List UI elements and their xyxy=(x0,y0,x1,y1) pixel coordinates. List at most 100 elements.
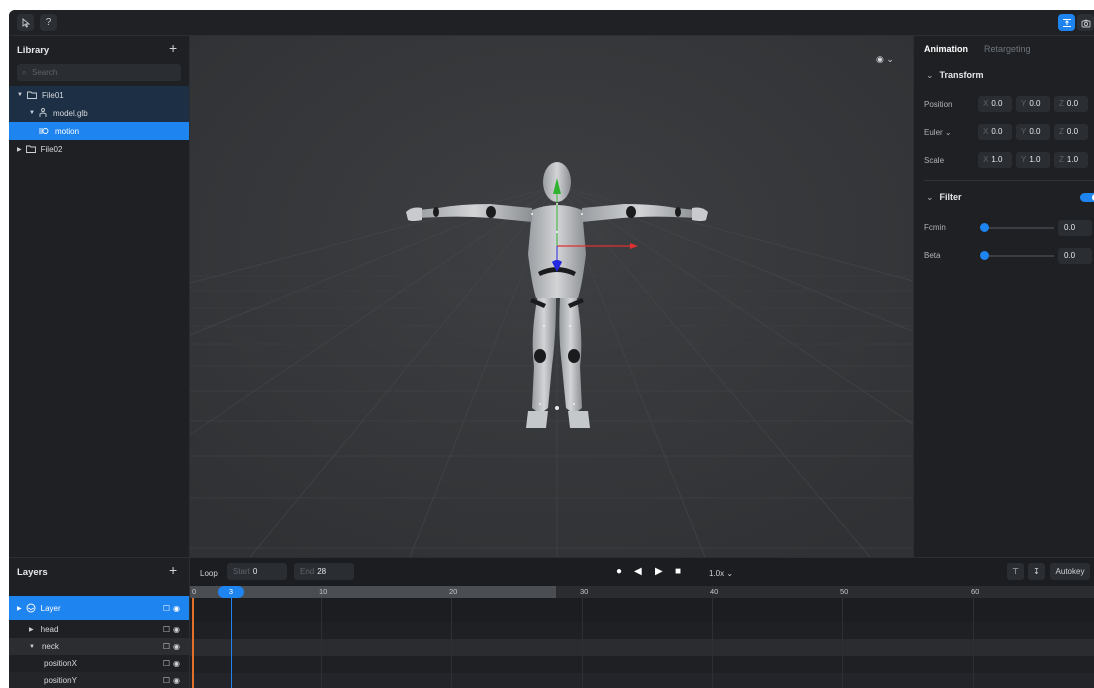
euler-label[interactable]: Euler ⌄ xyxy=(924,128,952,137)
lock-icon[interactable]: ☐ xyxy=(163,625,173,634)
euler-z-field[interactable]: Z 0.0 xyxy=(1054,124,1088,140)
scale-z-field[interactable]: Z 1.0 xyxy=(1054,152,1088,168)
grid-line xyxy=(842,598,843,688)
tab-retargeting[interactable]: Retargeting xyxy=(984,44,1031,54)
end-frame-input[interactable]: End 28 xyxy=(294,563,354,580)
eye-icon[interactable]: ◉ xyxy=(173,659,183,668)
chevron-down-icon: ⌄ xyxy=(726,569,734,578)
filter-title: Filter xyxy=(939,192,962,202)
collapse-triangle-icon[interactable]: ▶ xyxy=(17,146,22,153)
lock-icon[interactable]: ☐ xyxy=(163,604,173,613)
layer-label: Layer xyxy=(40,603,61,613)
tree-item-model[interactable]: ▼ model.glb xyxy=(9,104,189,122)
tree-item-file01[interactable]: ▼ File01 xyxy=(9,86,189,104)
fcmin-value[interactable]: 0.0 xyxy=(1058,220,1092,236)
playhead-line[interactable] xyxy=(231,598,232,688)
tree-item-label: File01 xyxy=(41,90,64,100)
scale-x-field[interactable]: X 1.0 xyxy=(978,152,1012,168)
help-button[interactable]: ? xyxy=(40,14,57,31)
layer-row-neck[interactable]: ▼ neck ☐◉ xyxy=(9,638,189,655)
3d-viewport[interactable]: ◉ ⌄ xyxy=(190,36,913,557)
track-row xyxy=(190,673,1094,688)
transform-section-header[interactable]: ⌄ Transform xyxy=(926,70,984,81)
library-panel: Library + ⌕ Search ▼ File01 ▼ model.glb … xyxy=(9,36,190,557)
tab-animation[interactable]: Animation xyxy=(924,44,968,54)
expand-triangle-icon[interactable]: ▼ xyxy=(17,92,23,98)
grid-line xyxy=(973,598,974,688)
library-title: Library xyxy=(17,45,50,56)
tree-item-label: model.glb xyxy=(52,108,88,118)
camera-icon[interactable] xyxy=(1077,14,1094,31)
stop-icon[interactable]: ■ xyxy=(675,566,681,577)
beta-slider-knob[interactable] xyxy=(980,251,989,260)
eye-icon[interactable]: ◉ xyxy=(173,625,183,634)
scale-label: Scale xyxy=(924,156,945,165)
fcmin-label: Fcmin xyxy=(924,223,946,232)
collapse-triangle-icon[interactable]: ▶ xyxy=(17,605,22,612)
layers-title: Layers xyxy=(17,567,48,578)
filter-section-header[interactable]: ⌄ Filter xyxy=(926,192,962,203)
layer-label: head xyxy=(40,625,59,634)
position-label: Position xyxy=(924,100,953,109)
layer-row-layer[interactable]: ▶ Layer ☐◉ xyxy=(9,596,189,620)
track-row xyxy=(190,622,1094,639)
chevron-down-icon: ⌄ xyxy=(944,128,952,137)
scale-y-field[interactable]: Y 1.0 xyxy=(1016,152,1050,168)
layers-add-button[interactable]: + xyxy=(169,562,177,578)
track-row xyxy=(190,639,1094,656)
track-row xyxy=(190,656,1094,673)
library-add-button[interactable]: + xyxy=(169,40,177,56)
fcmin-slider[interactable] xyxy=(984,227,1054,229)
ruler-label: 20 xyxy=(449,587,458,596)
autokey-button[interactable]: Autokey xyxy=(1050,563,1090,580)
fit-icon[interactable]: ⊤ xyxy=(1007,563,1024,580)
layer-label: positionX xyxy=(44,659,77,668)
playhead-handle[interactable]: 3 xyxy=(218,586,244,598)
position-x-field[interactable]: X 0.0 xyxy=(978,96,1012,112)
beta-slider[interactable] xyxy=(984,255,1054,257)
expand-triangle-icon[interactable]: ▼ xyxy=(29,110,35,116)
pointer-icon[interactable] xyxy=(17,14,34,31)
loop-range xyxy=(190,586,556,598)
eye-icon[interactable]: ◉ xyxy=(173,604,183,613)
tree-item-motion[interactable]: motion xyxy=(9,122,189,140)
position-y-field[interactable]: Y 0.0 xyxy=(1016,96,1050,112)
lock-icon[interactable]: ☐ xyxy=(163,659,173,668)
viewport-canvas[interactable] xyxy=(190,36,913,557)
start-frame-input[interactable]: Start 0 xyxy=(227,563,287,580)
lock-icon[interactable]: ☐ xyxy=(163,642,173,651)
collapse-icon[interactable]: ↧ xyxy=(1028,563,1045,580)
library-search-input[interactable]: ⌕ Search xyxy=(17,64,181,81)
position-z-field[interactable]: Z 0.0 xyxy=(1054,96,1088,112)
lock-icon[interactable]: ☐ xyxy=(163,676,173,685)
eye-icon[interactable]: ◉ xyxy=(173,642,183,651)
expand-triangle-icon[interactable]: ▼ xyxy=(29,644,35,650)
euler-x-field[interactable]: X 0.0 xyxy=(978,124,1012,140)
play-icon[interactable]: ▶ xyxy=(655,566,663,577)
euler-y-field[interactable]: Y 0.0 xyxy=(1016,124,1050,140)
grid-line xyxy=(712,598,713,688)
collapse-triangle-icon[interactable]: ▶ xyxy=(29,626,34,633)
folder-icon xyxy=(25,145,36,153)
timeline-ruler[interactable]: 0 10 20 30 40 50 60 3 xyxy=(190,586,1094,598)
view-options-button[interactable]: ◉ ⌄ xyxy=(876,54,894,65)
tree-item-file02[interactable]: ▶ File02 xyxy=(9,140,189,158)
filter-toggle[interactable] xyxy=(1080,193,1094,202)
inspector-panel: Animation Retargeting ⌄ Transform Positio… xyxy=(913,36,1094,557)
layer-label: positionY xyxy=(44,676,77,685)
play-reverse-icon[interactable]: ◀ xyxy=(634,566,642,577)
fcmin-slider-knob[interactable] xyxy=(980,223,989,232)
help-icon: ? xyxy=(45,17,52,28)
record-icon[interactable]: ● xyxy=(616,566,622,577)
loop-label[interactable]: Loop xyxy=(200,569,218,578)
eye-icon[interactable]: ◉ xyxy=(173,676,183,685)
speed-select[interactable]: 1.0x ⌄ xyxy=(709,569,733,578)
beta-value[interactable]: 0.0 xyxy=(1058,248,1092,264)
transform-title: Transform xyxy=(939,70,984,80)
layer-row-head[interactable]: ▶ head ☐◉ xyxy=(9,621,189,638)
ruler-label: 50 xyxy=(840,587,849,596)
layer-row-positiony[interactable]: positionY ☐◉ xyxy=(9,672,189,688)
layer-row-positionx[interactable]: positionX ☐◉ xyxy=(9,655,189,672)
timeline-panel: Loop Start 0 End 28 ● ◀ ▶ ■ 1.0x ⌄ ⊤ ↧ Aut… xyxy=(190,557,1094,688)
align-icon[interactable] xyxy=(1058,14,1075,31)
